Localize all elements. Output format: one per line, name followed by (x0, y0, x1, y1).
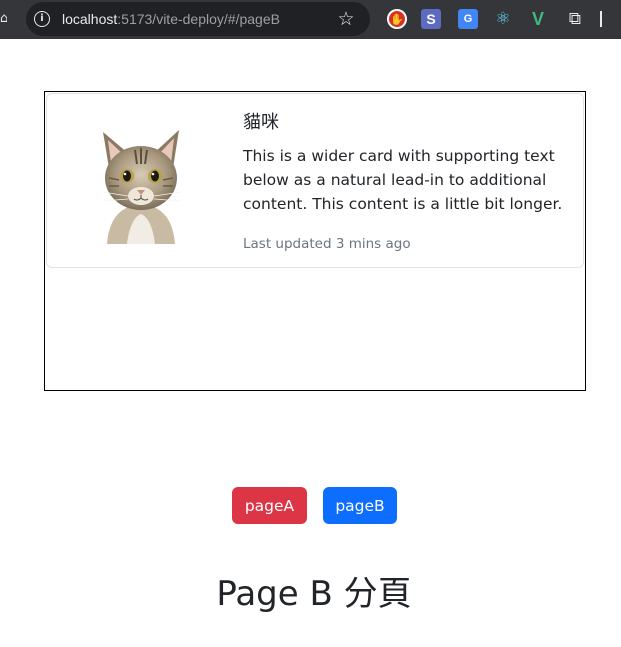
url-text[interactable]: localhost:5173/vite-deploy/#/pageB (62, 10, 280, 28)
card: 貓咪 This is a wider card with supporting … (46, 93, 584, 268)
extensions-puzzle-icon[interactable]: ⧉ (565, 9, 585, 29)
page-b-button[interactable]: pageB (323, 487, 397, 524)
home-icon[interactable]: ⌂ (0, 12, 7, 26)
url-host: localhost (62, 11, 118, 27)
page-a-button[interactable]: pageA (232, 487, 307, 524)
cat-photo (102, 130, 182, 244)
site-info-icon[interactable]: i (34, 11, 50, 27)
address-bar[interactable]: i localhost:5173/vite-deploy/#/pageB ☆ (26, 2, 370, 36)
bookmark-star-icon[interactable]: ☆ (335, 8, 357, 30)
card-title: 貓咪 (243, 112, 279, 133)
card-text: This is a wider card with supporting tex… (243, 147, 563, 213)
vue-devtools-icon[interactable]: V (528, 9, 548, 29)
toolbar-divider (600, 11, 602, 27)
stop-extension-icon[interactable]: ✋ (387, 9, 407, 29)
browser-toolbar: ⌂ i localhost:5173/vite-deploy/#/pageB ☆… (0, 0, 621, 39)
router-view-container: 貓咪 This is a wider card with supporting … (44, 91, 586, 391)
react-devtools-icon[interactable]: ⚛ (493, 9, 513, 29)
url-path: :5173/vite-deploy/#/pageB (117, 11, 280, 27)
page-title: Page B 分頁 (216, 574, 412, 614)
s-extension-icon[interactable]: S (421, 9, 441, 29)
translate-extension-icon[interactable]: G (458, 9, 478, 29)
last-updated-text: Last updated 3 mins ago (243, 236, 411, 252)
